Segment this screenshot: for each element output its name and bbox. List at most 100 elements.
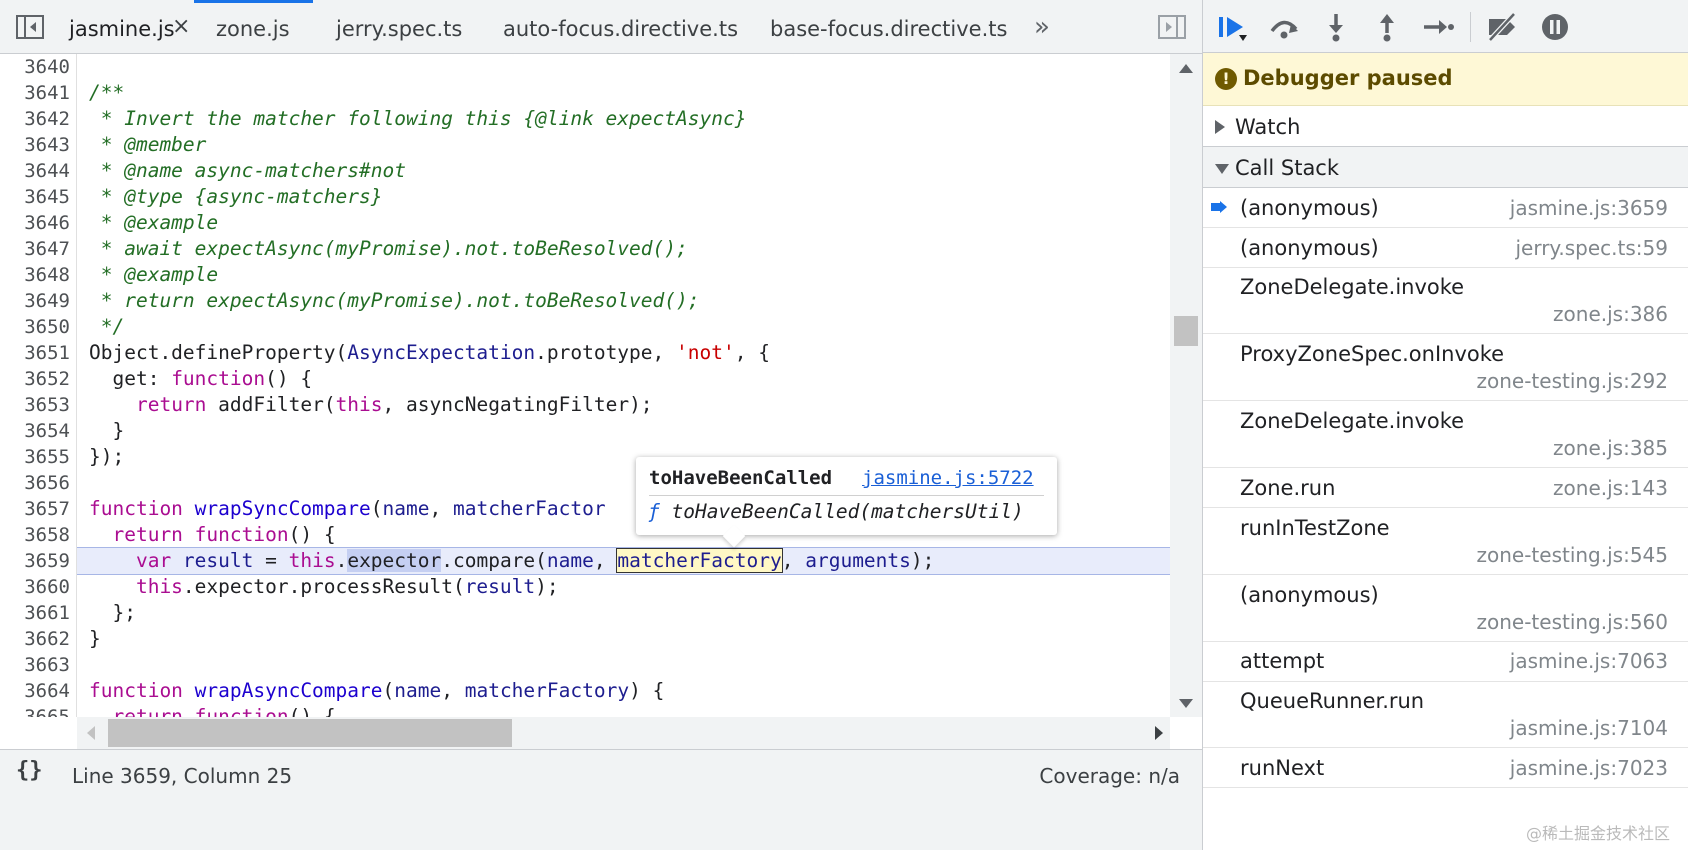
- tab-jasmine-js[interactable]: jasmine.js: [69, 0, 175, 54]
- line-number[interactable]: 3662: [0, 626, 70, 652]
- tab-jerry-spec-ts[interactable]: jerry.spec.ts: [336, 0, 462, 54]
- code-line[interactable]: * Invert the matcher following this {@li…: [89, 106, 747, 132]
- line-number[interactable]: 3645: [0, 184, 70, 210]
- line-number[interactable]: 3648: [0, 262, 70, 288]
- scroll-right-icon[interactable]: [1155, 726, 1163, 740]
- code-line[interactable]: return function() {: [89, 704, 335, 717]
- code-line[interactable]: });: [89, 444, 124, 470]
- code-token: ,: [593, 549, 618, 572]
- line-number[interactable]: 3658: [0, 522, 70, 548]
- line-number[interactable]: 3661: [0, 600, 70, 626]
- line-number[interactable]: 3659: [0, 548, 70, 574]
- code-token: return: [89, 523, 183, 546]
- line-number[interactable]: 3663: [0, 652, 70, 678]
- code-line[interactable]: var result = this.expector.compare(name,…: [89, 548, 934, 574]
- line-number-gutter[interactable]: 3640 3641 3642 3643 3644 3645 3646 3647 3648 3649…: [0, 54, 77, 717]
- line-number[interactable]: 3640: [0, 54, 70, 80]
- code-line[interactable]: * @example: [89, 210, 218, 236]
- step-out-icon[interactable]: [1370, 11, 1404, 43]
- code-token: ) {: [629, 679, 665, 702]
- line-number[interactable]: 3644: [0, 158, 70, 184]
- popover-source-link[interactable]: jasmine.js:5722: [862, 467, 1034, 489]
- code-line[interactable]: * return expectAsync(myPromise).not.toBe…: [89, 288, 700, 314]
- code-line[interactable]: */: [89, 314, 125, 340]
- line-number[interactable]: 3655: [0, 444, 70, 470]
- line-number[interactable]: 3643: [0, 132, 70, 158]
- code-line[interactable]: Object.defineProperty(AsyncExpectation.p…: [89, 340, 770, 366]
- line-number[interactable]: 3654: [0, 418, 70, 444]
- scroll-left-icon[interactable]: [87, 726, 95, 740]
- scroll-up-icon[interactable]: [1179, 64, 1193, 73]
- code-line[interactable]: get: function() {: [89, 366, 312, 392]
- scroll-down-icon[interactable]: [1179, 699, 1193, 708]
- code-line[interactable]: this.expector.processResult(result);: [89, 574, 559, 600]
- horizontal-scroll-thumb[interactable]: [108, 719, 512, 747]
- code-line[interactable]: }: [89, 626, 101, 652]
- line-number[interactable]: 3664: [0, 678, 70, 704]
- call-frame[interactable]: (anonymous) zone-testing.js:560: [1203, 575, 1688, 642]
- call-frame[interactable]: ZoneDelegate.invoke zone.js:386: [1203, 268, 1688, 334]
- code-line[interactable]: function wrapSyncCompare(name, matcherFa…: [89, 496, 606, 522]
- line-number[interactable]: 3642: [0, 106, 70, 132]
- line-number[interactable]: 3660: [0, 574, 70, 600]
- deactivate-breakpoints-icon[interactable]: [1485, 11, 1519, 43]
- line-number[interactable]: 3649: [0, 288, 70, 314]
- frame-function-name: Zone.run: [1240, 476, 1336, 500]
- code-line[interactable]: * @type {async-matchers}: [89, 184, 383, 210]
- code-area[interactable]: 3640 3641 3642 3643 3644 3645 3646 3647 3648 3649…: [0, 54, 1202, 717]
- line-number[interactable]: 3652: [0, 366, 70, 392]
- watch-section-header[interactable]: Watch: [1203, 106, 1688, 147]
- horizontal-scrollbar[interactable]: [77, 717, 1170, 749]
- code-line[interactable]: * @member: [89, 132, 207, 158]
- popover-signature-text: toHaveBeenCalled(matchersUtil): [659, 500, 1024, 523]
- source-editor-pane: jasmine.js × zone.js jerry.spec.ts auto-…: [0, 0, 1203, 850]
- code-line[interactable]: * @name async-matchers#not: [89, 158, 406, 184]
- call-frame[interactable]: (anonymous) jasmine.js:3659: [1203, 188, 1688, 228]
- vertical-scroll-thumb[interactable]: [1174, 316, 1198, 346]
- line-number[interactable]: 3647: [0, 236, 70, 262]
- call-frame[interactable]: runInTestZone zone-testing.js:545: [1203, 508, 1688, 575]
- call-stack-section-header[interactable]: Call Stack: [1203, 147, 1688, 188]
- code-line[interactable]: };: [89, 600, 136, 626]
- line-number[interactable]: 3646: [0, 210, 70, 236]
- call-frame[interactable]: ProxyZoneSpec.onInvoke zone-testing.js:29…: [1203, 334, 1688, 401]
- coverage-status[interactable]: Coverage: n/a: [1039, 764, 1180, 788]
- code-token: ,: [441, 679, 465, 702]
- toggle-navigator-icon[interactable]: [15, 13, 45, 41]
- pause-on-exceptions-icon[interactable]: [1538, 11, 1572, 43]
- call-frame[interactable]: runNext jasmine.js:7023: [1203, 748, 1688, 788]
- line-number[interactable]: 3656: [0, 470, 70, 496]
- line-number[interactable]: 3665: [0, 704, 70, 717]
- step-into-icon[interactable]: [1319, 11, 1353, 43]
- line-number[interactable]: 3641: [0, 80, 70, 106]
- call-frame[interactable]: ZoneDelegate.invoke zone.js:385: [1203, 401, 1688, 468]
- code-line[interactable]: function wrapAsyncCompare(name, matcherF…: [89, 678, 664, 704]
- step-icon[interactable]: [1421, 11, 1455, 43]
- code-line[interactable]: return function() {: [89, 522, 335, 548]
- close-icon[interactable]: ×: [172, 0, 190, 54]
- line-number[interactable]: 3657: [0, 496, 70, 522]
- code-token: );: [535, 575, 559, 598]
- line-number[interactable]: 3653: [0, 392, 70, 418]
- line-number[interactable]: 3651: [0, 340, 70, 366]
- code-line[interactable]: * await expectAsync(myPromise).not.toBeR…: [89, 236, 688, 262]
- code-line[interactable]: }: [89, 418, 124, 444]
- line-number[interactable]: 3650: [0, 314, 70, 340]
- tab-zone-js[interactable]: zone.js: [216, 0, 290, 54]
- call-frame[interactable]: QueueRunner.run jasmine.js:7104: [1203, 682, 1688, 748]
- pretty-print-icon[interactable]: {}: [16, 758, 43, 783]
- step-over-icon[interactable]: [1267, 11, 1301, 43]
- tab-base-focus-directive[interactable]: base-focus.directive.ts: [770, 0, 1007, 54]
- frame-location: zone.js:143: [1553, 476, 1668, 500]
- toggle-debugger-icon[interactable]: [1157, 13, 1187, 41]
- more-tabs-icon[interactable]: »: [1034, 0, 1050, 54]
- vertical-scrollbar[interactable]: [1170, 54, 1202, 717]
- resume-icon[interactable]: [1216, 11, 1250, 43]
- code-line[interactable]: * @example: [89, 262, 218, 288]
- call-frame[interactable]: (anonymous) jerry.spec.ts:59: [1203, 228, 1688, 268]
- tab-auto-focus-directive[interactable]: auto-focus.directive.ts: [503, 0, 738, 54]
- call-frame[interactable]: attempt jasmine.js:7063: [1203, 642, 1688, 682]
- code-line[interactable]: return addFilter(this, asyncNegatingFilt…: [89, 392, 653, 418]
- code-line[interactable]: /**: [89, 80, 124, 106]
- call-frame[interactable]: Zone.run zone.js:143: [1203, 468, 1688, 508]
